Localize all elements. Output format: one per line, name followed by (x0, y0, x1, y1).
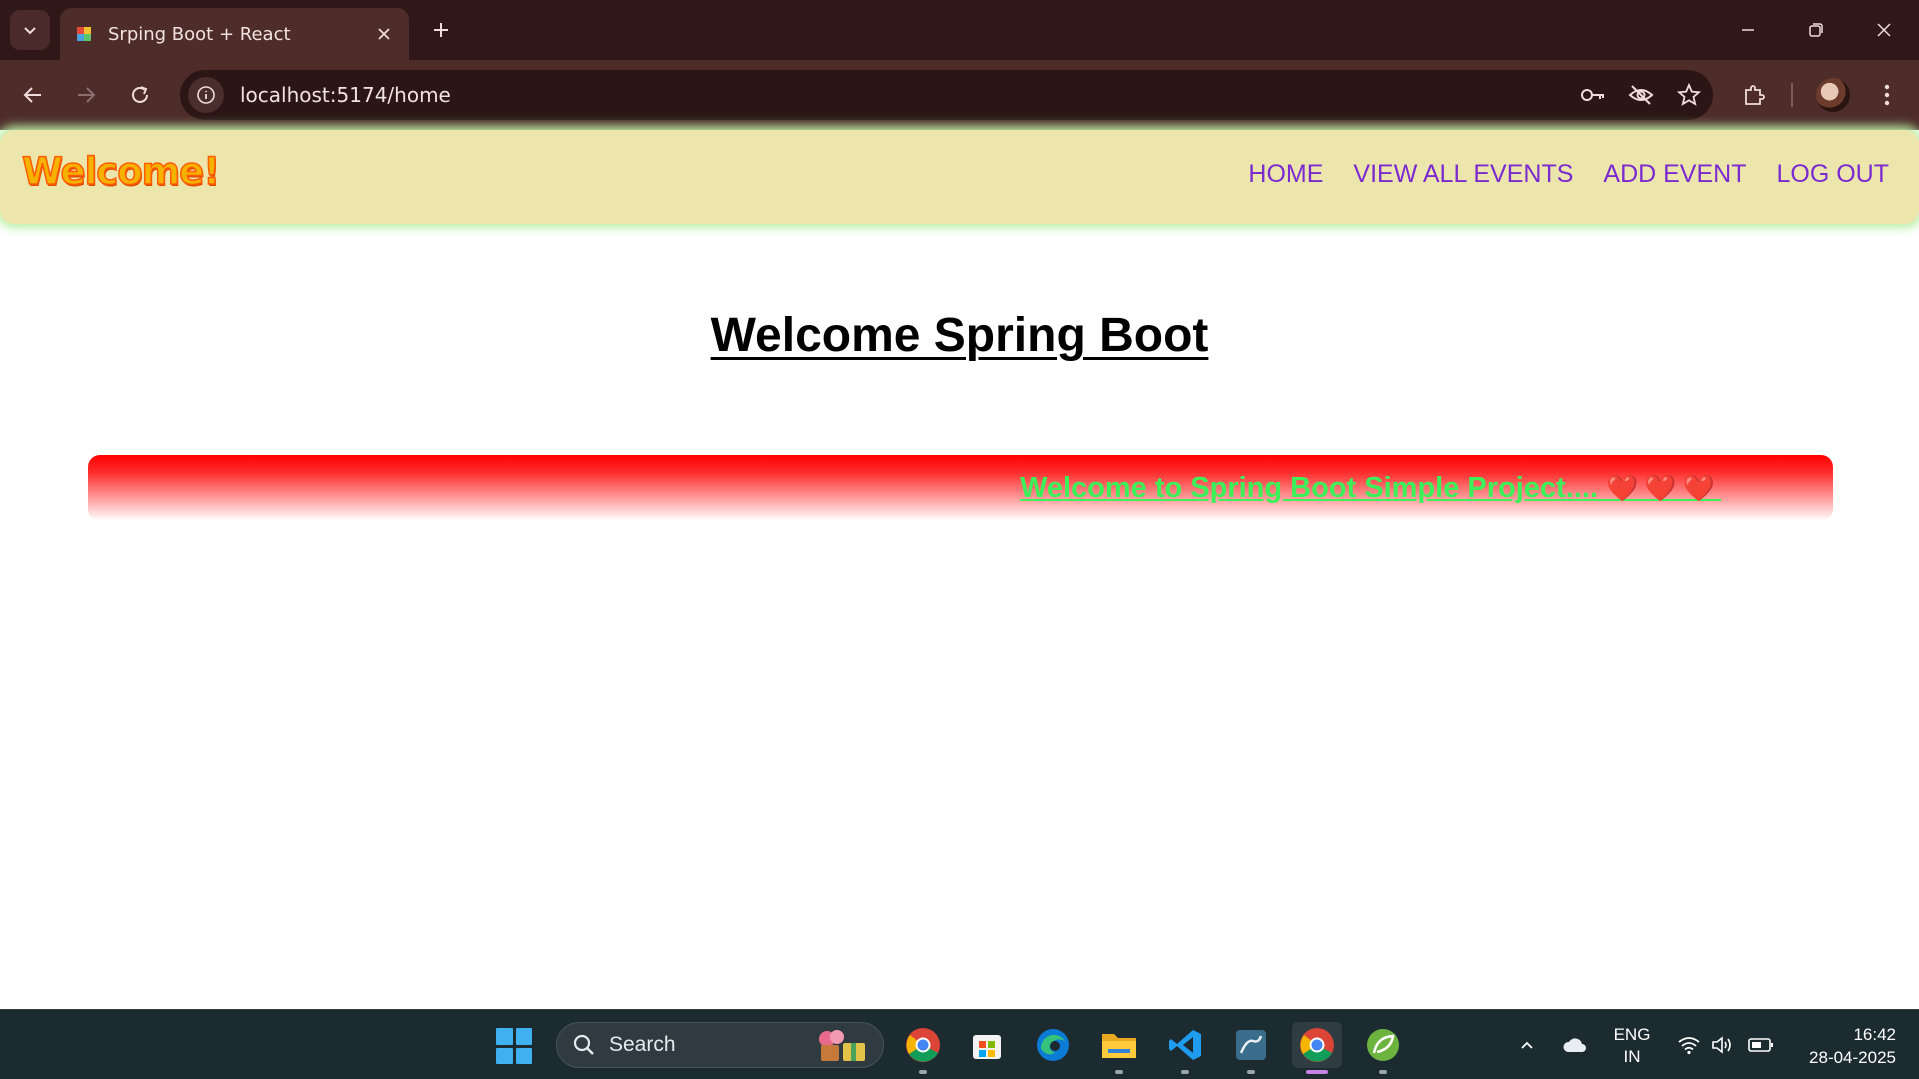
more-icon (1884, 84, 1890, 106)
taskbar-microsoft-store[interactable] (962, 1022, 1012, 1068)
battery-icon (1748, 1038, 1773, 1052)
microsoft-store-icon (973, 1035, 1001, 1059)
chevron-up-icon (1521, 1041, 1533, 1049)
marquee-text: Welcome to Spring Boot Simple Project...… (1020, 472, 1721, 505)
battery-button[interactable] (1748, 1032, 1774, 1058)
puzzle-favicon-icon (77, 27, 91, 41)
tab-search-button[interactable] (10, 10, 50, 50)
running-indicator (1181, 1070, 1189, 1074)
region-code: IN (1623, 1047, 1641, 1066)
reload-button[interactable] (120, 75, 160, 115)
edge-icon (1037, 1029, 1069, 1061)
language-indicator[interactable]: ENG IN (1612, 1024, 1652, 1068)
onedrive-button[interactable] (1562, 1032, 1588, 1058)
eye-off-icon (1628, 85, 1654, 105)
taskbar-spring-tools[interactable] (1358, 1022, 1408, 1074)
wifi-icon (1678, 1037, 1700, 1055)
tab-title: Srping Boot + React (108, 23, 291, 45)
tab-close-button[interactable] (373, 23, 395, 45)
star-icon (1677, 83, 1701, 106)
windows-taskbar: Search ENG IN 16:42 28-04-2025 (0, 1009, 1919, 1079)
new-tab-button[interactable] (425, 14, 457, 46)
marquee-banner: Welcome to Spring Boot Simple Project...… (88, 455, 1833, 521)
key-icon (1581, 89, 1604, 101)
taskbar-vscode[interactable] (1160, 1022, 1210, 1074)
extensions-button[interactable] (1734, 75, 1774, 115)
reload-icon (132, 86, 148, 103)
hearts-emoji: ❤️❤️❤️ (1606, 473, 1722, 503)
running-indicator (1379, 1070, 1387, 1074)
taskbar-search[interactable]: Search (556, 1022, 884, 1068)
nav-links: HOME VIEW ALL EVENTS ADD EVENT LOG OUT (1248, 160, 1889, 189)
taskbar-edge[interactable] (1028, 1022, 1078, 1068)
password-key-button[interactable] (1569, 75, 1617, 115)
volume-icon (1712, 1036, 1731, 1054)
wifi-button[interactable] (1676, 1032, 1702, 1058)
volume-button[interactable] (1710, 1032, 1736, 1058)
browser-toolbar: localhost:5174/home (0, 60, 1919, 130)
toolbar-divider (1791, 83, 1793, 107)
close-window-button[interactable] (1850, 0, 1918, 60)
page-heading: Welcome Spring Boot (0, 308, 1919, 363)
page-title: Welcome Spring Boot (710, 309, 1209, 362)
browser-tab-strip: Srping Boot + React (0, 0, 1919, 60)
site-info-button[interactable] (188, 77, 224, 113)
search-placeholder: Search (609, 1033, 676, 1056)
running-indicator (1115, 1070, 1123, 1074)
site-info-icon (197, 86, 215, 104)
running-indicator (1247, 1070, 1255, 1074)
chrome-active-icon (1300, 1028, 1334, 1062)
forward-button[interactable] (66, 75, 106, 115)
close-window-icon (1877, 23, 1891, 37)
active-indicator (1306, 1070, 1328, 1074)
vscode-icon (1169, 1030, 1201, 1060)
system-clock[interactable]: 16:42 28-04-2025 (1790, 1023, 1896, 1069)
search-icon (573, 1034, 594, 1055)
mysql-workbench-icon (1236, 1030, 1266, 1060)
profile-avatar[interactable] (1816, 78, 1850, 112)
back-button[interactable] (13, 75, 53, 115)
back-icon (23, 87, 41, 103)
taskbar-file-explorer[interactable] (1094, 1022, 1144, 1074)
marquee-message: Welcome to Spring Boot Simple Project...… (1020, 472, 1598, 504)
windows-logo-icon (496, 1028, 513, 1045)
search-highlight-icon (819, 1030, 865, 1061)
taskbar-mysql-workbench[interactable] (1226, 1022, 1276, 1074)
restore-icon (1809, 23, 1823, 37)
nav-log-out-link[interactable]: LOG OUT (1776, 160, 1889, 189)
minimize-button[interactable] (1714, 0, 1782, 60)
extensions-icon (1745, 85, 1765, 105)
tracking-protection-button[interactable] (1617, 75, 1665, 115)
nav-view-all-events-link[interactable]: VIEW ALL EVENTS (1353, 160, 1573, 189)
spring-tools-icon (1367, 1029, 1399, 1061)
language-code: ENG (1613, 1025, 1651, 1044)
close-icon (378, 28, 390, 40)
start-button[interactable] (496, 1028, 532, 1064)
address-bar[interactable]: localhost:5174/home (180, 70, 1713, 120)
chrome-icon (906, 1028, 940, 1062)
tray-overflow-button[interactable] (1514, 1032, 1540, 1058)
taskbar-chrome[interactable] (898, 1022, 948, 1074)
nav-add-event-link[interactable]: ADD EVENT (1603, 160, 1746, 189)
cloud-icon (1563, 1038, 1586, 1052)
clock-time: 16:42 (1853, 1025, 1896, 1044)
browser-tab[interactable]: Srping Boot + React (60, 8, 409, 60)
chevron-down-icon (24, 27, 36, 35)
more-menu-button[interactable] (1867, 75, 1907, 115)
brand-logo: Welcome! (21, 149, 221, 194)
forward-icon (78, 87, 96, 103)
plus-icon (434, 23, 448, 37)
minimize-icon (1742, 29, 1754, 31)
clock-date: 28-04-2025 (1809, 1048, 1896, 1067)
file-explorer-icon (1102, 1034, 1136, 1058)
url-text[interactable]: localhost:5174/home (240, 83, 1569, 107)
running-indicator (919, 1070, 927, 1074)
taskbar-chrome-active[interactable] (1292, 1022, 1342, 1074)
bookmark-button[interactable] (1665, 75, 1713, 115)
nav-home-link[interactable]: HOME (1248, 160, 1323, 189)
restore-button[interactable] (1782, 0, 1850, 60)
app-navbar: Welcome! HOME VIEW ALL EVENTS ADD EVENT … (0, 130, 1919, 224)
